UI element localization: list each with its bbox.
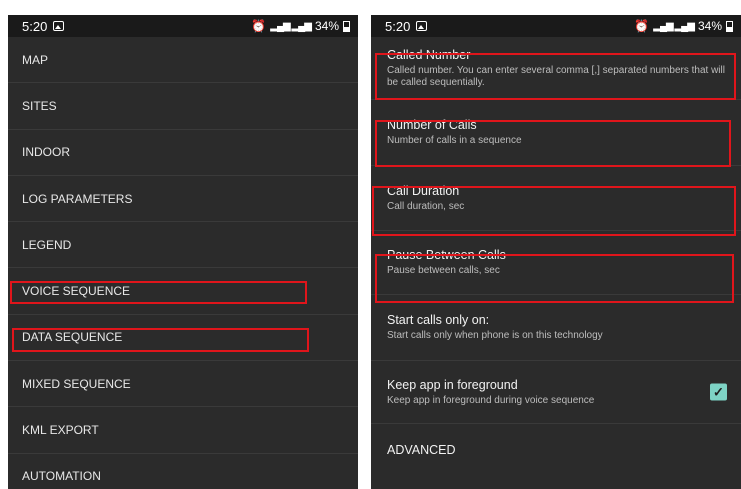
setting-advanced[interactable]: ADVANCED — [371, 424, 741, 476]
setting-summary: Call duration, sec — [387, 200, 465, 212]
menu-item-data-sequence[interactable]: DATA SEQUENCE — [8, 315, 358, 362]
status-bar: 5:20 ⏰ ▂▄▆ ▂▄▆ 34% — [8, 15, 358, 37]
menu-item-mixed-sequence[interactable]: MIXED SEQUENCE — [8, 361, 358, 408]
setting-summary: Start calls only when phone is on this t… — [387, 330, 603, 341]
setting-summary: Pause between calls, sec — [387, 265, 500, 276]
setting-title: ADVANCED — [387, 443, 456, 457]
menu-item-indoor[interactable]: INDOOR — [8, 130, 358, 176]
setting-title: Keep app in foreground — [387, 377, 518, 392]
setting-title: Pause Between Calls — [387, 248, 506, 262]
setting-number-of-calls[interactable]: Number of Calls Number of calls in a seq… — [371, 100, 741, 166]
alarm-icon: ⏰ — [251, 19, 267, 33]
status-bar: 5:20 ⏰ ▂▄▆ ▂▄▆ 34% — [371, 15, 741, 37]
menu-item-kml-export[interactable]: KML EXPORT — [8, 407, 358, 454]
setting-start-calls-only-on[interactable]: Start calls only on: Start calls only wh… — [371, 295, 741, 361]
left-phone-screen: 5:20 ⏰ ▂▄▆ ▂▄▆ 34% MAP SITES INDOOR LOG … — [8, 15, 358, 489]
battery-text: 34% — [314, 19, 339, 33]
image-icon — [416, 21, 428, 31]
status-time: 5:20 — [22, 18, 48, 34]
signal-icon: ▂▄▆ ▂▄▆ — [270, 20, 312, 32]
menu-item-log-parameters[interactable]: LOG PARAMETERS — [8, 176, 358, 223]
battery-text: 34% — [697, 19, 722, 33]
setting-title: Start calls only on: — [387, 313, 490, 327]
menu-item-sites[interactable]: SITES — [8, 83, 358, 130]
alarm-icon: ⏰ — [634, 19, 650, 33]
menu-item-voice-sequence[interactable]: VOICE SEQUENCE — [8, 268, 358, 315]
menu-item-map[interactable]: MAP — [8, 37, 358, 84]
menu-item-automation[interactable]: AUTOMATION — [8, 454, 358, 489]
setting-title: Number of Calls — [387, 118, 477, 132]
setting-keep-app-in-foreground[interactable]: Keep app in foreground Keep app in foreg… — [371, 361, 741, 424]
battery-icon — [343, 20, 350, 32]
setting-title: Call Duration — [387, 183, 460, 198]
image-icon — [53, 21, 65, 31]
check-icon[interactable]: ✓ — [710, 383, 727, 401]
setting-summary: Called number. You can enter several com… — [387, 64, 725, 88]
setting-pause-between-calls[interactable]: Pause Between Calls Pause between calls,… — [371, 231, 741, 295]
setting-called-number[interactable]: Called Number Called number. You can ent… — [371, 37, 741, 100]
menu-item-legend[interactable]: LEGEND — [8, 222, 358, 269]
status-time: 5:20 — [385, 18, 411, 34]
setting-summary: Keep app in foreground during voice sequ… — [387, 394, 595, 406]
setting-summary: Number of calls in a sequence — [387, 135, 522, 146]
signal-icon: ▂▄▆ ▂▄▆ — [653, 20, 695, 32]
setting-call-duration[interactable]: Call Duration Call duration, sec — [371, 166, 741, 231]
right-phone-screen: 5:20 ⏰ ▂▄▆ ▂▄▆ 34% Called Number Called … — [371, 15, 741, 489]
setting-title: Called Number — [387, 47, 471, 62]
battery-icon — [726, 20, 733, 32]
